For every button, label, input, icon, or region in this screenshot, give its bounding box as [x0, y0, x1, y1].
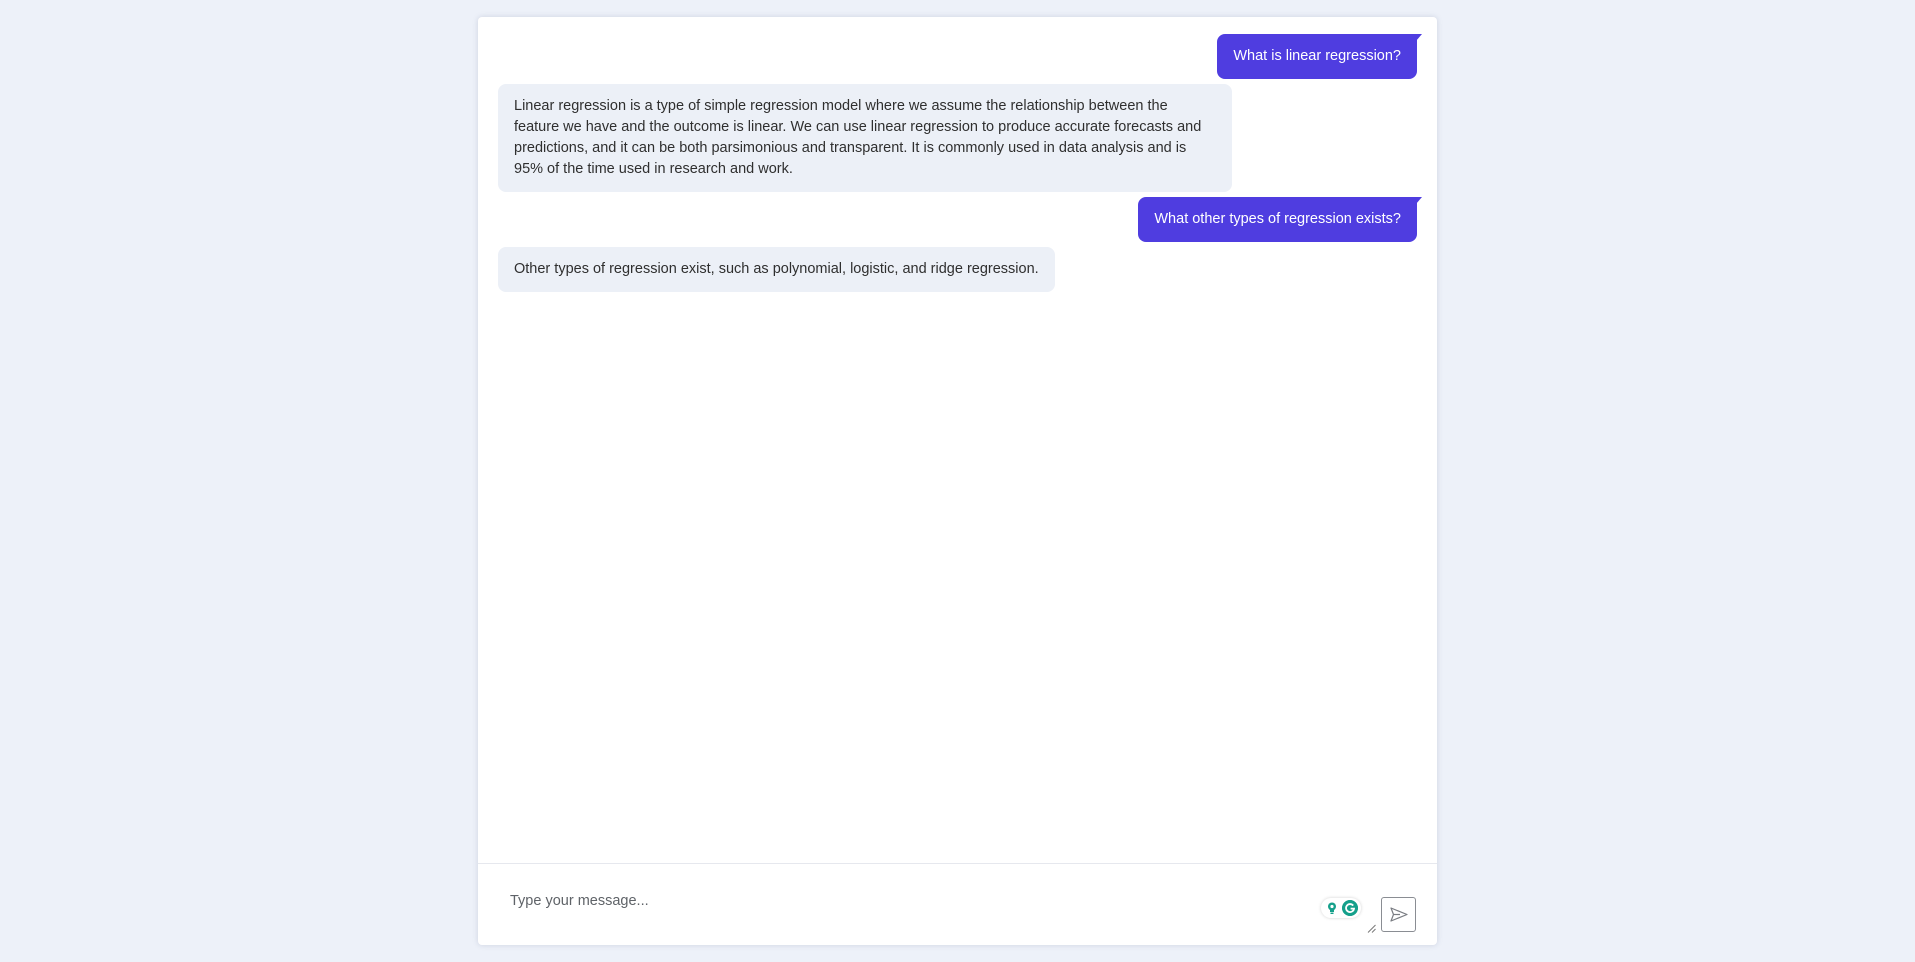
message-row-user: What is linear regression? — [498, 34, 1422, 79]
writing-assistant-widget[interactable] — [1321, 898, 1361, 918]
grammarly-icon[interactable] — [1342, 900, 1358, 916]
message-input[interactable] — [498, 876, 1398, 934]
user-message-bubble: What is linear regression? — [1217, 34, 1422, 79]
send-button[interactable] — [1381, 897, 1416, 932]
bot-message-bubble: Other types of regression exist, such as… — [498, 247, 1055, 292]
message-list[interactable]: What is linear regression? Linear regres… — [478, 17, 1437, 863]
resize-handle-icon[interactable] — [1367, 924, 1376, 933]
message-row-user: What other types of regression exists? — [498, 197, 1422, 242]
message-composer — [478, 864, 1437, 945]
user-message-bubble: What other types of regression exists? — [1138, 197, 1422, 242]
send-icon — [1390, 907, 1408, 922]
message-row-bot: Linear regression is a type of simple re… — [498, 84, 1417, 192]
message-row-bot: Other types of regression exist, such as… — [498, 247, 1417, 292]
chat-window: What is linear regression? Linear regres… — [478, 17, 1437, 945]
lightbulb-icon[interactable] — [1324, 900, 1340, 916]
bot-message-bubble: Linear regression is a type of simple re… — [498, 84, 1232, 192]
